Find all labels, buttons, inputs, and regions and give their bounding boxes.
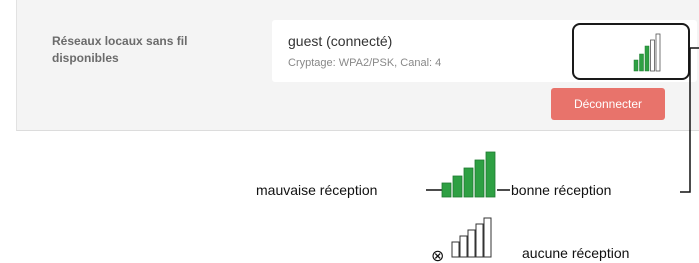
legend-no-signal-icon: [451, 217, 492, 258]
no-reception-label: aucune réception: [522, 245, 630, 261]
poor-reception-label: mauvaise réception: [256, 182, 378, 198]
signal-strength-icon: [633, 33, 661, 72]
good-reception-label: bonne réception: [511, 182, 612, 198]
connector-line: [680, 48, 691, 193]
annotation-overlay: [426, 33, 699, 258]
no-signal-icon: ⊗: [431, 248, 445, 263]
legend-good-signal-icon: [441, 151, 496, 198]
